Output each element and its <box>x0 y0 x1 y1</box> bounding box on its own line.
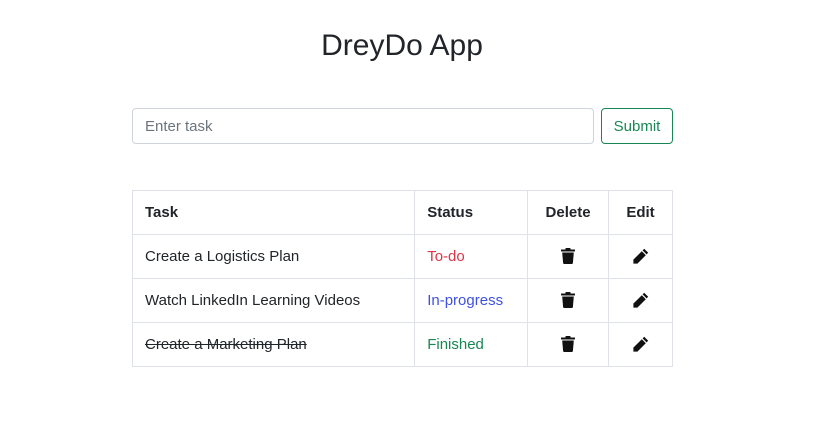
task-name: Create a Marketing Plan <box>131 322 416 367</box>
header-task: Task <box>131 190 416 235</box>
task-status: In-progress <box>414 278 529 323</box>
trash-icon[interactable] <box>558 246 578 266</box>
trash-icon[interactable] <box>558 334 578 354</box>
header-edit: Edit <box>608 190 673 235</box>
pencil-icon[interactable] <box>631 246 651 266</box>
task-name: Create a Logistics Plan <box>131 234 416 279</box>
pencil-icon[interactable] <box>631 290 651 310</box>
table-row: Create a Logistics Plan To-do <box>131 234 673 279</box>
pencil-icon[interactable] <box>631 334 651 354</box>
task-status: Finished <box>414 322 529 367</box>
app-title: DreyDo App <box>321 29 483 62</box>
table-row: Create a Marketing Plan Finished <box>131 322 673 367</box>
table-header-row: Task Status Delete Edit <box>131 190 673 235</box>
task-status: To-do <box>414 234 529 279</box>
header-status: Status <box>414 190 529 235</box>
task-table: Task Status Delete Edit Create a Logisti… <box>131 190 673 367</box>
header-delete: Delete <box>527 190 610 235</box>
table-row: Watch LinkedIn Learning Videos In-progre… <box>131 278 673 323</box>
submit-button[interactable]: Submit <box>601 108 673 144</box>
trash-icon[interactable] <box>558 290 578 310</box>
task-input[interactable] <box>132 108 594 144</box>
task-name: Watch LinkedIn Learning Videos <box>131 278 416 323</box>
